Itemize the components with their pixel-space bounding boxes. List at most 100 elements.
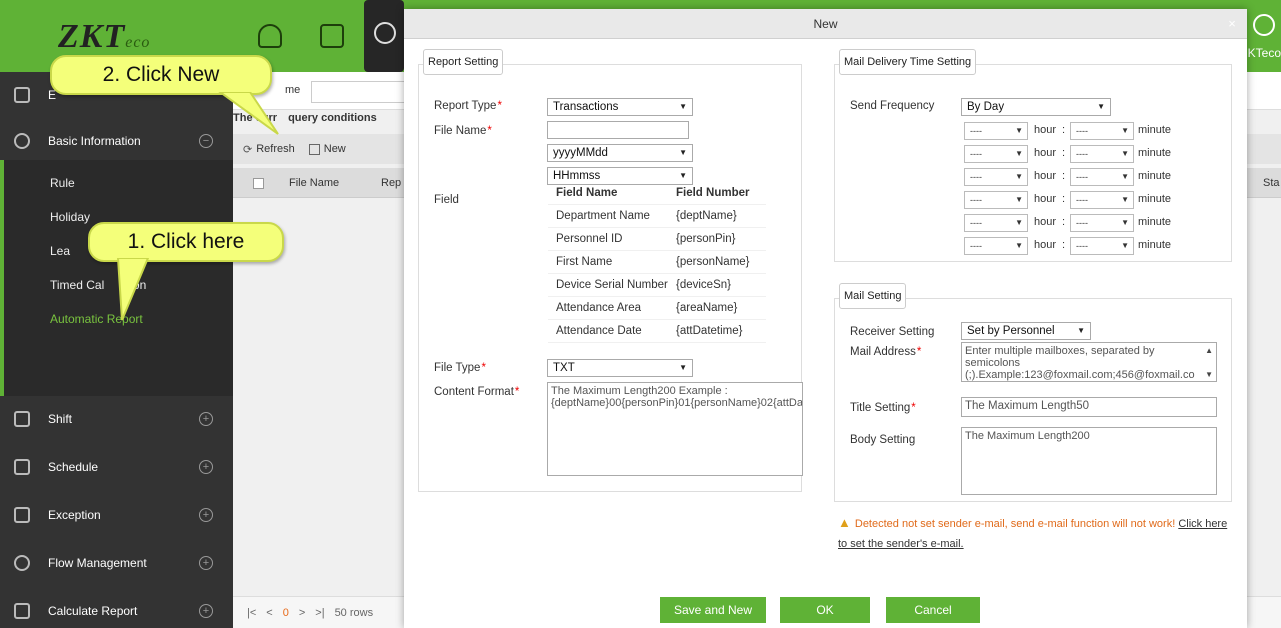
dropdown-arrow-icon: ▼ — [1121, 241, 1129, 250]
filter-input[interactable] — [311, 81, 411, 103]
report-setting-legend: Report Setting — [423, 49, 504, 75]
hour-select[interactable]: ---- ▼ — [964, 122, 1028, 140]
expand-icon[interactable]: + — [199, 460, 213, 474]
callout-step-2-pointer — [218, 92, 279, 135]
mail-delivery-legend: Mail Delivery Time Setting — [839, 49, 977, 75]
table-row: Device Serial Number {deviceSn} — [548, 274, 766, 297]
receiver-setting-select[interactable]: Set by Personnel ▼ — [961, 322, 1091, 340]
expand-icon[interactable]: + — [199, 412, 213, 426]
minute-select[interactable]: ---- ▼ — [1070, 168, 1134, 186]
submenu-rule[interactable]: Rule — [50, 176, 75, 190]
dropdown-arrow-icon: ▼ — [1015, 241, 1023, 250]
send-frequency-select[interactable]: By Day ▼ — [961, 98, 1111, 116]
minute-unit-label: minute — [1138, 124, 1172, 136]
colon-label: : — [1062, 239, 1066, 251]
mail-delivery-group: Mail Delivery Time Setting — [834, 49, 1232, 262]
submenu-leave[interactable]: Lea — [50, 244, 70, 258]
minute-unit-label: minute — [1138, 170, 1172, 182]
dropdown-arrow-icon: ▼ — [679, 363, 687, 372]
ok-button[interactable]: OK — [780, 597, 870, 623]
minute-select[interactable]: ---- ▼ — [1070, 214, 1134, 232]
power-icon[interactable] — [1253, 14, 1275, 36]
expand-icon[interactable]: + — [199, 556, 213, 570]
hour-select[interactable]: ---- ▼ — [964, 145, 1028, 163]
column-report[interactable]: Rep — [381, 177, 401, 189]
time-setting-row: ---- ▼ hour: ---- ▼ minute — [964, 122, 1174, 140]
field-table-header: Field Name Field Number — [548, 182, 766, 205]
content-format-textarea[interactable]: The Maximum Length200 Example : {deptNam… — [547, 382, 803, 476]
colon-label: : — [1062, 147, 1066, 159]
content-format-label: Content Format* — [434, 386, 520, 398]
mail-address-label: Mail Address* — [850, 346, 922, 358]
title-setting-input[interactable]: The Maximum Length50 — [961, 397, 1217, 417]
colon-label: : — [1062, 124, 1066, 136]
expand-icon[interactable]: + — [199, 604, 213, 618]
save-and-new-button[interactable]: Save and New — [660, 597, 766, 623]
zkteco-logo: ZKTeco — [58, 18, 151, 55]
submenu-holiday[interactable]: Holiday — [50, 210, 90, 224]
dropdown-arrow-icon: ▼ — [1121, 149, 1129, 158]
dropdown-arrow-icon: ▼ — [1015, 195, 1023, 204]
minute-select[interactable]: ---- ▼ — [1070, 145, 1134, 163]
sender-email-warning: ▲ Detected not set sender e-mail, send e-… — [838, 515, 1228, 550]
time-setting-row: ---- ▼ hour: ---- ▼ minute — [964, 237, 1174, 255]
sidebar: E Basic Information − Rule Holiday Lea T… — [0, 72, 233, 628]
dropdown-arrow-icon: ▼ — [1077, 326, 1085, 335]
new-button[interactable]: New — [324, 143, 346, 155]
first-page-button[interactable]: |< — [247, 607, 256, 619]
report-icon — [14, 603, 30, 619]
sidebar-item-basic-information[interactable]: Basic Information − — [0, 118, 233, 164]
hour-select[interactable]: ---- ▼ — [964, 237, 1028, 255]
scroll-up-icon[interactable]: ▲ — [1205, 345, 1213, 357]
personnel-icon[interactable] — [258, 24, 282, 48]
dropdown-arrow-icon: ▼ — [679, 102, 687, 111]
body-setting-textarea[interactable]: The Maximum Length200 — [961, 427, 1217, 495]
body-setting-label: Body Setting — [850, 434, 916, 446]
rows-per-page[interactable]: 50 rows — [335, 607, 374, 619]
cancel-button[interactable]: Cancel — [886, 597, 980, 623]
close-icon[interactable]: × — [1217, 9, 1247, 39]
colon-label: : — [1062, 170, 1066, 182]
sidebar-item-shift[interactable]: Shift + — [0, 396, 233, 442]
select-all-checkbox[interactable] — [253, 178, 264, 189]
time-setting-row: ---- ▼ hour: ---- ▼ minute — [964, 214, 1174, 232]
table-row: Attendance Area {areaName} — [548, 297, 766, 320]
expand-icon[interactable]: + — [199, 508, 213, 522]
dropdown-arrow-icon: ▼ — [1121, 172, 1129, 181]
file-type-select[interactable]: TXT ▼ — [547, 359, 693, 377]
field-label: Field — [434, 194, 459, 206]
callout-step-2: 2. Click New — [50, 55, 272, 95]
prev-page-button[interactable]: < — [266, 607, 272, 619]
time-setting-row: ---- ▼ hour: ---- ▼ minute — [964, 191, 1174, 209]
report-type-select[interactable]: Transactions ▼ — [547, 98, 693, 116]
mail-address-textarea[interactable]: Enter multiple mailboxes, separated by s… — [961, 342, 1217, 382]
next-page-button[interactable]: > — [299, 607, 305, 619]
column-status[interactable]: Sta — [1263, 177, 1280, 189]
last-page-button[interactable]: >| — [315, 607, 324, 619]
hour-select[interactable]: ---- ▼ — [964, 168, 1028, 186]
column-file-name[interactable]: File Name — [289, 177, 339, 189]
attendance-tab[interactable] — [364, 0, 404, 72]
date-format-select[interactable]: yyyyMMdd ▼ — [547, 144, 693, 162]
field-table: Field Name Field Number Department Name{… — [548, 182, 766, 343]
table-row: Department Name {deptName} — [548, 205, 766, 228]
minute-select[interactable]: ---- ▼ — [1070, 237, 1134, 255]
hour-select[interactable]: ---- ▼ — [964, 214, 1028, 232]
sidebar-item-exception[interactable]: Exception + — [0, 492, 233, 538]
hour-unit-label: hour — [1034, 147, 1057, 159]
sidebar-item-schedule[interactable]: Schedule + — [0, 444, 233, 490]
hour-select[interactable]: ---- ▼ — [964, 191, 1028, 209]
flow-icon — [14, 555, 30, 571]
callout-step-1-pointer — [116, 258, 150, 321]
sidebar-item-flow-management[interactable]: Flow Management + — [0, 540, 233, 586]
dialog-title: New — [813, 17, 838, 31]
sidebar-item-calculate-report[interactable]: Calculate Report + — [0, 588, 233, 628]
scroll-down-icon[interactable]: ▼ — [1205, 369, 1213, 381]
minute-select[interactable]: ---- ▼ — [1070, 122, 1134, 140]
file-name-input[interactable] — [547, 121, 689, 139]
door-icon[interactable] — [320, 24, 344, 48]
minute-select[interactable]: ---- ▼ — [1070, 191, 1134, 209]
dropdown-arrow-icon: ▼ — [1121, 126, 1129, 135]
exception-icon — [14, 507, 30, 523]
refresh-button[interactable]: Refresh — [256, 143, 295, 155]
